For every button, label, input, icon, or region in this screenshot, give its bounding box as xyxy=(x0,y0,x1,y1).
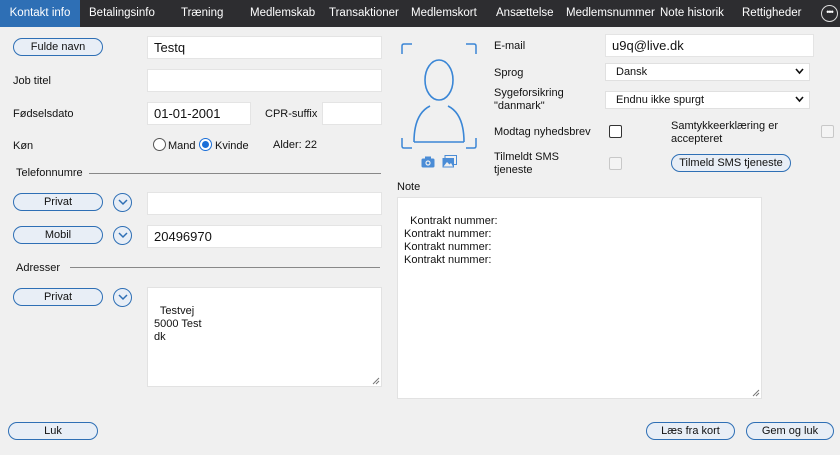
address-type-button-private[interactable]: Privat xyxy=(13,288,103,306)
jobtitle-field[interactable] xyxy=(147,69,382,92)
language-label: Sprog xyxy=(494,67,524,79)
sms-label: Tilmeldt SMS tjeneste xyxy=(494,151,559,176)
birthdate-label: Fødselsdato xyxy=(13,108,74,120)
note-textarea[interactable]: Kontrakt nummer: Kontrakt nummer: Kontra… xyxy=(397,197,762,399)
chevron-down-icon xyxy=(795,96,804,103)
tab-kontakt-info[interactable]: Kontakt info xyxy=(0,0,80,27)
newsletter-label: Modtag nyhedsbrev xyxy=(494,126,591,138)
insurance-value: Endnu ikke spurgt xyxy=(616,94,705,106)
user-silhouette-icon xyxy=(401,43,477,149)
chevron-down-icon xyxy=(795,68,804,75)
close-button[interactable]: Luk xyxy=(8,422,98,440)
note-text: Kontrakt nummer: Kontrakt nummer: Kontra… xyxy=(404,215,498,266)
consent-checkbox[interactable] xyxy=(821,125,834,138)
language-value: Dansk xyxy=(616,66,648,78)
birthdate-field[interactable]: 01-01-2001 xyxy=(147,102,251,125)
jobtitle-label: Job titel xyxy=(13,75,51,87)
newsletter-checkbox[interactable] xyxy=(609,125,622,138)
more-dots-icon[interactable]: ••• xyxy=(821,5,838,22)
language-select[interactable]: Dansk xyxy=(605,63,810,81)
phone-mobile-field[interactable]: 20496970 xyxy=(147,225,382,248)
consent-label: Samtykkeerklæring er accepteret xyxy=(671,120,778,145)
note-label: Note xyxy=(397,181,421,193)
phones-divider xyxy=(89,173,381,174)
gender-female-radio[interactable] xyxy=(199,138,212,151)
tab-ansaettelse[interactable]: Ansættelse xyxy=(496,0,554,27)
phone-type-button-mobile[interactable]: Mobil xyxy=(13,226,103,244)
photo-frame[interactable] xyxy=(400,42,478,150)
fullname-button[interactable]: Fulde navn xyxy=(13,38,103,56)
tab-medlemskort[interactable]: Medlemskort xyxy=(411,0,477,27)
phone-private-field[interactable] xyxy=(147,192,382,215)
tab-medlemskab[interactable]: Medlemskab xyxy=(250,0,315,27)
gender-male-label: Mand xyxy=(168,140,196,152)
phone-type-button-private[interactable]: Privat xyxy=(13,193,103,211)
camera-icon[interactable] xyxy=(421,156,435,171)
sms-checkbox[interactable] xyxy=(609,157,622,170)
cpr-label: CPR-suffix xyxy=(265,108,318,120)
phones-section-title: Telefonnumre xyxy=(16,167,83,179)
age-text: Alder: 22 xyxy=(273,139,318,151)
gender-male-radio[interactable] xyxy=(153,138,166,151)
insurance-select[interactable]: Endnu ikke spurgt xyxy=(605,91,810,109)
addresses-divider xyxy=(70,267,380,268)
resize-handle-icon[interactable] xyxy=(372,377,380,385)
tab-traening[interactable]: Træning xyxy=(181,0,223,27)
fullname-field[interactable]: Testq xyxy=(147,36,382,59)
sms-subscribe-button[interactable]: Tilmeld SMS tjeneste xyxy=(671,154,791,172)
gender-label: Køn xyxy=(13,140,34,152)
address-textarea[interactable]: Testvej 5000 Test dk xyxy=(147,287,382,387)
gender-female-label: Kvinde xyxy=(215,140,249,152)
tab-bar: Kontakt info Betalingsinfo Træning Medle… xyxy=(0,0,840,27)
chevron-down-icon[interactable] xyxy=(113,226,132,245)
tab-rettigheder[interactable]: Rettigheder xyxy=(742,0,801,27)
tab-medlemsnummer[interactable]: Medlemsnummer xyxy=(566,0,655,27)
resize-handle-icon[interactable] xyxy=(752,389,760,397)
save-close-button[interactable]: Gem og luk xyxy=(746,422,834,440)
tab-note-historik[interactable]: Note historik xyxy=(660,0,724,27)
cpr-field[interactable] xyxy=(322,102,382,125)
image-gallery-icon[interactable] xyxy=(442,155,457,171)
tab-transaktioner[interactable]: Transaktioner xyxy=(329,0,399,27)
read-card-button[interactable]: Læs fra kort xyxy=(646,422,735,440)
tab-betalingsinfo[interactable]: Betalingsinfo xyxy=(89,0,155,27)
address-text: Testvej 5000 Test dk xyxy=(154,305,202,343)
chevron-down-icon[interactable] xyxy=(113,193,132,212)
email-field[interactable]: u9q@live.dk xyxy=(605,34,814,57)
addresses-section-title: Adresser xyxy=(16,262,61,274)
email-label: E-mail xyxy=(494,40,526,52)
chevron-down-icon[interactable] xyxy=(113,288,132,307)
insurance-label: Sygeforsikring "danmark" xyxy=(494,87,564,112)
